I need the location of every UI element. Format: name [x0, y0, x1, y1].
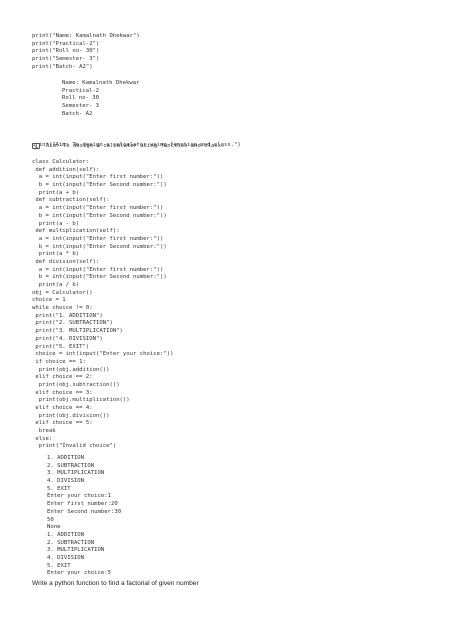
output-line: 2. SUBTRACTION: [47, 539, 95, 546]
output-line: 3. MULTIPLICATION: [47, 470, 105, 477]
output-line: Enter your choice:5: [47, 570, 111, 577]
output-line: Semester- 3: [62, 103, 100, 110]
code-line: print(a / b): [32, 282, 80, 288]
output-line: 1. ADDITION: [47, 455, 85, 461]
output-line: 1. ADDITION: [47, 531, 85, 538]
code-line: b = int(input("Enter Second number:")): [32, 212, 167, 219]
code-line: elif choice == 4:: [32, 405, 93, 411]
code-line: print("Semester- 3"): [32, 56, 100, 63]
code-line: b = int(input("Enter Second number:")): [32, 274, 167, 281]
header-code-cell: print("Name: Kamalnath Dhekwar") print("P…: [32, 33, 140, 71]
output-line: 2. SUBTRACTION: [47, 462, 95, 469]
code-line: if choice == 1:: [32, 358, 86, 365]
output-line: Enter your choice:1: [47, 493, 111, 500]
code-line: print(a + b): [32, 189, 80, 196]
code-line: elif choice == 5:: [32, 420, 93, 427]
code-line: def addition(self):: [32, 166, 100, 173]
output-line: Practical-2: [62, 87, 100, 94]
code-line: print("Name: Kamalnath Dhekwar"): [32, 33, 140, 39]
document-page: print("Name: Kamalnath Dhekwar") print("P…: [0, 0, 474, 632]
aim-output: Aim: To design a calculator using functi…: [32, 141, 225, 151]
code-line: b = int(input("Enter Second number:")): [32, 182, 167, 189]
output-line: 50: [47, 516, 54, 523]
code-line: break: [32, 428, 56, 435]
code-line: print("Invalid choice"): [32, 443, 117, 450]
code-line: print("1. ADDITION"): [32, 312, 103, 319]
code-line: choice = int(input("Enter your choice:")…: [32, 351, 174, 358]
output-line: 4. DIVISION: [47, 554, 85, 561]
output-line: Enter Second number:30: [47, 508, 122, 515]
code-line: print(a * b): [32, 251, 80, 258]
code-line: class Calculator:: [32, 159, 90, 165]
code-line: a = int(input("Enter first number:")): [32, 235, 164, 242]
code-line: elif choice == 3:: [32, 389, 93, 396]
code-line: print(obj.division()): [32, 412, 110, 419]
output-line: 4. DIVISION: [47, 478, 85, 485]
code-line: a = int(input("Enter first number:")): [32, 266, 164, 273]
code-line: while choice != 0:: [32, 305, 93, 312]
code-line: a = int(input("Enter first number:")): [32, 205, 164, 212]
code-line: print("5. EXIT"): [32, 343, 90, 350]
code-line: b = int(input("Enter Second number:")): [32, 243, 167, 250]
output-line: Enter first number:20: [47, 501, 118, 508]
code-line: print(obj.addition()): [32, 366, 110, 373]
code-line: print(a - b): [32, 220, 80, 227]
code-line: print("Practical-2"): [32, 40, 100, 47]
code-line: elif choice == 2:: [32, 374, 93, 381]
output-line: Name: Kamalnath Dhekwar: [62, 80, 140, 86]
code-line: def subtraction(self):: [32, 197, 110, 204]
code-line: print("2. SUBTRACTION"): [32, 320, 113, 327]
code-line: a = int(input("Enter first number:")): [32, 174, 164, 181]
code-line: print(obj.multiplication()): [32, 397, 130, 404]
code-line: print("3. MULTIPLICATION"): [32, 328, 123, 335]
code-line: def multiplication(self):: [32, 228, 120, 235]
output-line: 5. EXIT: [47, 562, 71, 569]
output-stream-icon: [32, 143, 40, 149]
code-line: def division(self):: [32, 258, 100, 265]
code-line: print(obj.subtraction()): [32, 381, 120, 388]
output-line: None: [47, 524, 61, 531]
calculator-output: 1. ADDITION 2. SUBTRACTION 3. MULTIPLICATI…: [47, 455, 121, 578]
calculator-code-cell: class Calculator: def addition(self): a …: [32, 159, 173, 451]
output-line: 5. EXIT: [47, 485, 71, 492]
code-line: print("Roll no- 30"): [32, 48, 100, 55]
output-line: Roll no- 30: [62, 95, 100, 102]
aim-output-text: Aim: To design a calculator using functi…: [46, 143, 225, 149]
header-output: Name: Kamalnath Dhekwar Practical-2 Roll n…: [62, 80, 139, 118]
code-line: obj = Calculator(): [32, 289, 93, 296]
output-line: 3. MULTIPLICATION: [47, 547, 105, 554]
code-line: choice = 1: [32, 297, 66, 304]
code-line: print("Batch- A2"): [32, 63, 93, 70]
code-line: else:: [32, 435, 53, 442]
output-line: Batch- A2: [62, 110, 93, 117]
question-heading: Write a python function to find a factor…: [32, 580, 199, 587]
code-line: print("4. DIVISION"): [32, 335, 103, 342]
